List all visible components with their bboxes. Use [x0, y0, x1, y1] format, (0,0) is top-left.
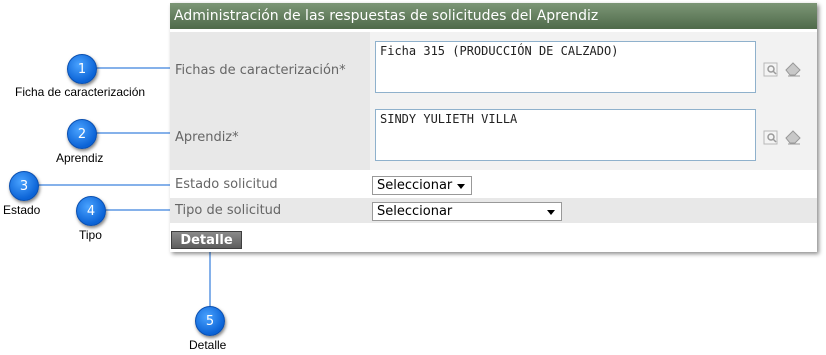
estado-row: Estado solicitud Seleccionar [170, 173, 817, 197]
panel-title: Administración de las respuestas de soli… [170, 3, 817, 29]
callout-label-1: Ficha de caracterización [15, 85, 146, 99]
search-lookup-icon[interactable] [763, 128, 781, 146]
aprendiz-row: Aprendiz* SINDY YULIETH VILLA [170, 101, 817, 170]
aprendiz-label: Aprendiz* [175, 130, 239, 145]
tipo-label: Tipo de solicitud [175, 203, 282, 218]
form-panel: Administración de las respuestas de soli… [170, 3, 817, 252]
tipo-select[interactable]: Seleccionar [372, 202, 562, 221]
fichas-row: Fichas de caracterización* Ficha 315 (PR… [170, 32, 817, 101]
fichas-label: Fichas de caracterización* [175, 63, 346, 78]
callout-badge-5: 5 [195, 306, 225, 336]
tipo-row: Tipo de solicitud Seleccionar [170, 198, 817, 223]
callout-label-2: Aprendiz [56, 151, 104, 165]
callout-badge-1: 1 [67, 54, 97, 84]
callout-label-4: Tipo [79, 228, 102, 242]
callout-badge-4: 4 [76, 196, 106, 226]
callout-badge-3: 3 [9, 171, 39, 201]
clear-eraser-icon[interactable] [784, 60, 802, 78]
callout-badge-2: 2 [67, 119, 97, 149]
fichas-field[interactable]: Ficha 315 (PRODUCCIÓN DE CALZADO) [375, 41, 756, 93]
tipo-select-value: Seleccionar [377, 204, 453, 219]
clear-eraser-icon[interactable] [784, 128, 802, 146]
callout-label-3: Estado [3, 203, 41, 217]
estado-select[interactable]: Seleccionar [372, 176, 472, 195]
chevron-down-icon [457, 184, 465, 189]
estado-select-value: Seleccionar [377, 178, 453, 193]
chevron-down-icon [547, 210, 555, 215]
search-lookup-icon[interactable] [763, 60, 781, 78]
estado-label: Estado solicitud [175, 177, 278, 192]
aprendiz-field[interactable]: SINDY YULIETH VILLA [375, 109, 756, 161]
detalle-button[interactable]: Detalle [171, 231, 242, 249]
callout-label-5: Detalle [189, 338, 227, 352]
